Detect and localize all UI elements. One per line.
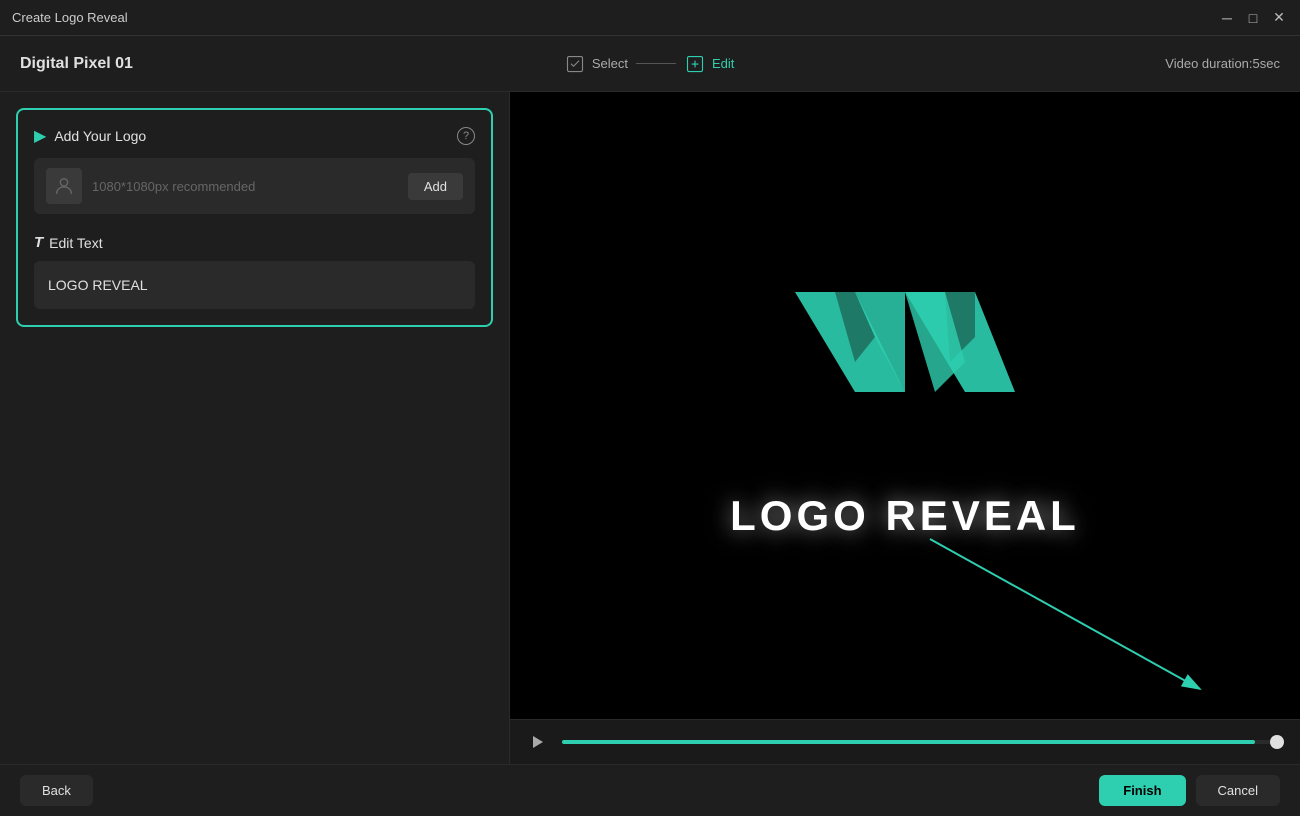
edit-step-label: Edit (712, 56, 734, 71)
header: Digital Pixel 01 Select Edit Video du (0, 36, 1300, 92)
right-panel: LOGO REVEAL (510, 92, 1300, 764)
preview-area: LOGO REVEAL (510, 92, 1300, 719)
back-button[interactable]: Back (20, 775, 93, 806)
step-bar: Select Edit (564, 53, 735, 75)
progress-fill (562, 740, 1255, 744)
template-name: Digital Pixel 01 (20, 55, 133, 73)
progress-thumb[interactable] (1270, 735, 1284, 749)
step-select[interactable]: Select (564, 53, 628, 75)
left-panel: ▶ Add Your Logo ? 1080*1080px recommende… (0, 92, 510, 764)
maximize-button[interactable]: □ (1244, 9, 1262, 27)
add-logo-button[interactable]: Add (408, 173, 463, 200)
app-title: Create Logo Reveal (12, 10, 128, 25)
logo-svg (775, 272, 1035, 472)
finish-button[interactable]: Finish (1099, 775, 1185, 806)
logo-section-icon: ▶ (34, 126, 46, 146)
add-logo-label: Add Your Logo (54, 128, 146, 144)
title-bar-left: Create Logo Reveal (12, 10, 128, 25)
title-bar-controls: ─ □ ✕ (1218, 9, 1288, 27)
bottom-right-buttons: Finish Cancel (1099, 775, 1280, 806)
logo-placeholder-text: 1080*1080px recommended (92, 179, 398, 194)
close-button[interactable]: ✕ (1270, 9, 1288, 27)
title-bar: Create Logo Reveal ─ □ ✕ (0, 0, 1300, 36)
preview-logo: LOGO REVEAL (730, 272, 1080, 540)
edit-text-section: T Edit Text (34, 234, 475, 309)
minimize-button[interactable]: ─ (1218, 9, 1236, 27)
logo-section: ▶ Add Your Logo ? 1080*1080px recommende… (16, 108, 493, 327)
main-content: ▶ Add Your Logo ? 1080*1080px recommende… (0, 92, 1300, 764)
edit-text-title: Edit Text (49, 235, 102, 251)
add-logo-header: ▶ Add Your Logo ? (34, 126, 475, 146)
step-edit[interactable]: Edit (684, 53, 734, 75)
edit-step-icon (684, 53, 706, 75)
cancel-button[interactable]: Cancel (1196, 775, 1280, 806)
add-logo-title: ▶ Add Your Logo (34, 126, 146, 146)
progress-bar[interactable] (562, 740, 1284, 744)
edit-text-label: T Edit Text (34, 234, 475, 251)
bottom-bar: Back Finish Cancel (0, 764, 1300, 816)
select-step-icon (564, 53, 586, 75)
logo-text-input[interactable] (34, 261, 475, 309)
logo-upload-area: 1080*1080px recommended Add (34, 158, 475, 214)
duration-label: Video duration:5sec (1165, 56, 1280, 71)
select-step-label: Select (592, 56, 628, 71)
playback-bar (510, 719, 1300, 764)
text-edit-icon: T (34, 234, 43, 251)
info-icon[interactable]: ? (457, 127, 475, 145)
step-connector (636, 63, 676, 64)
preview-logo-text: LOGO REVEAL (730, 492, 1080, 540)
play-button[interactable] (526, 730, 550, 754)
logo-placeholder-icon (46, 168, 82, 204)
